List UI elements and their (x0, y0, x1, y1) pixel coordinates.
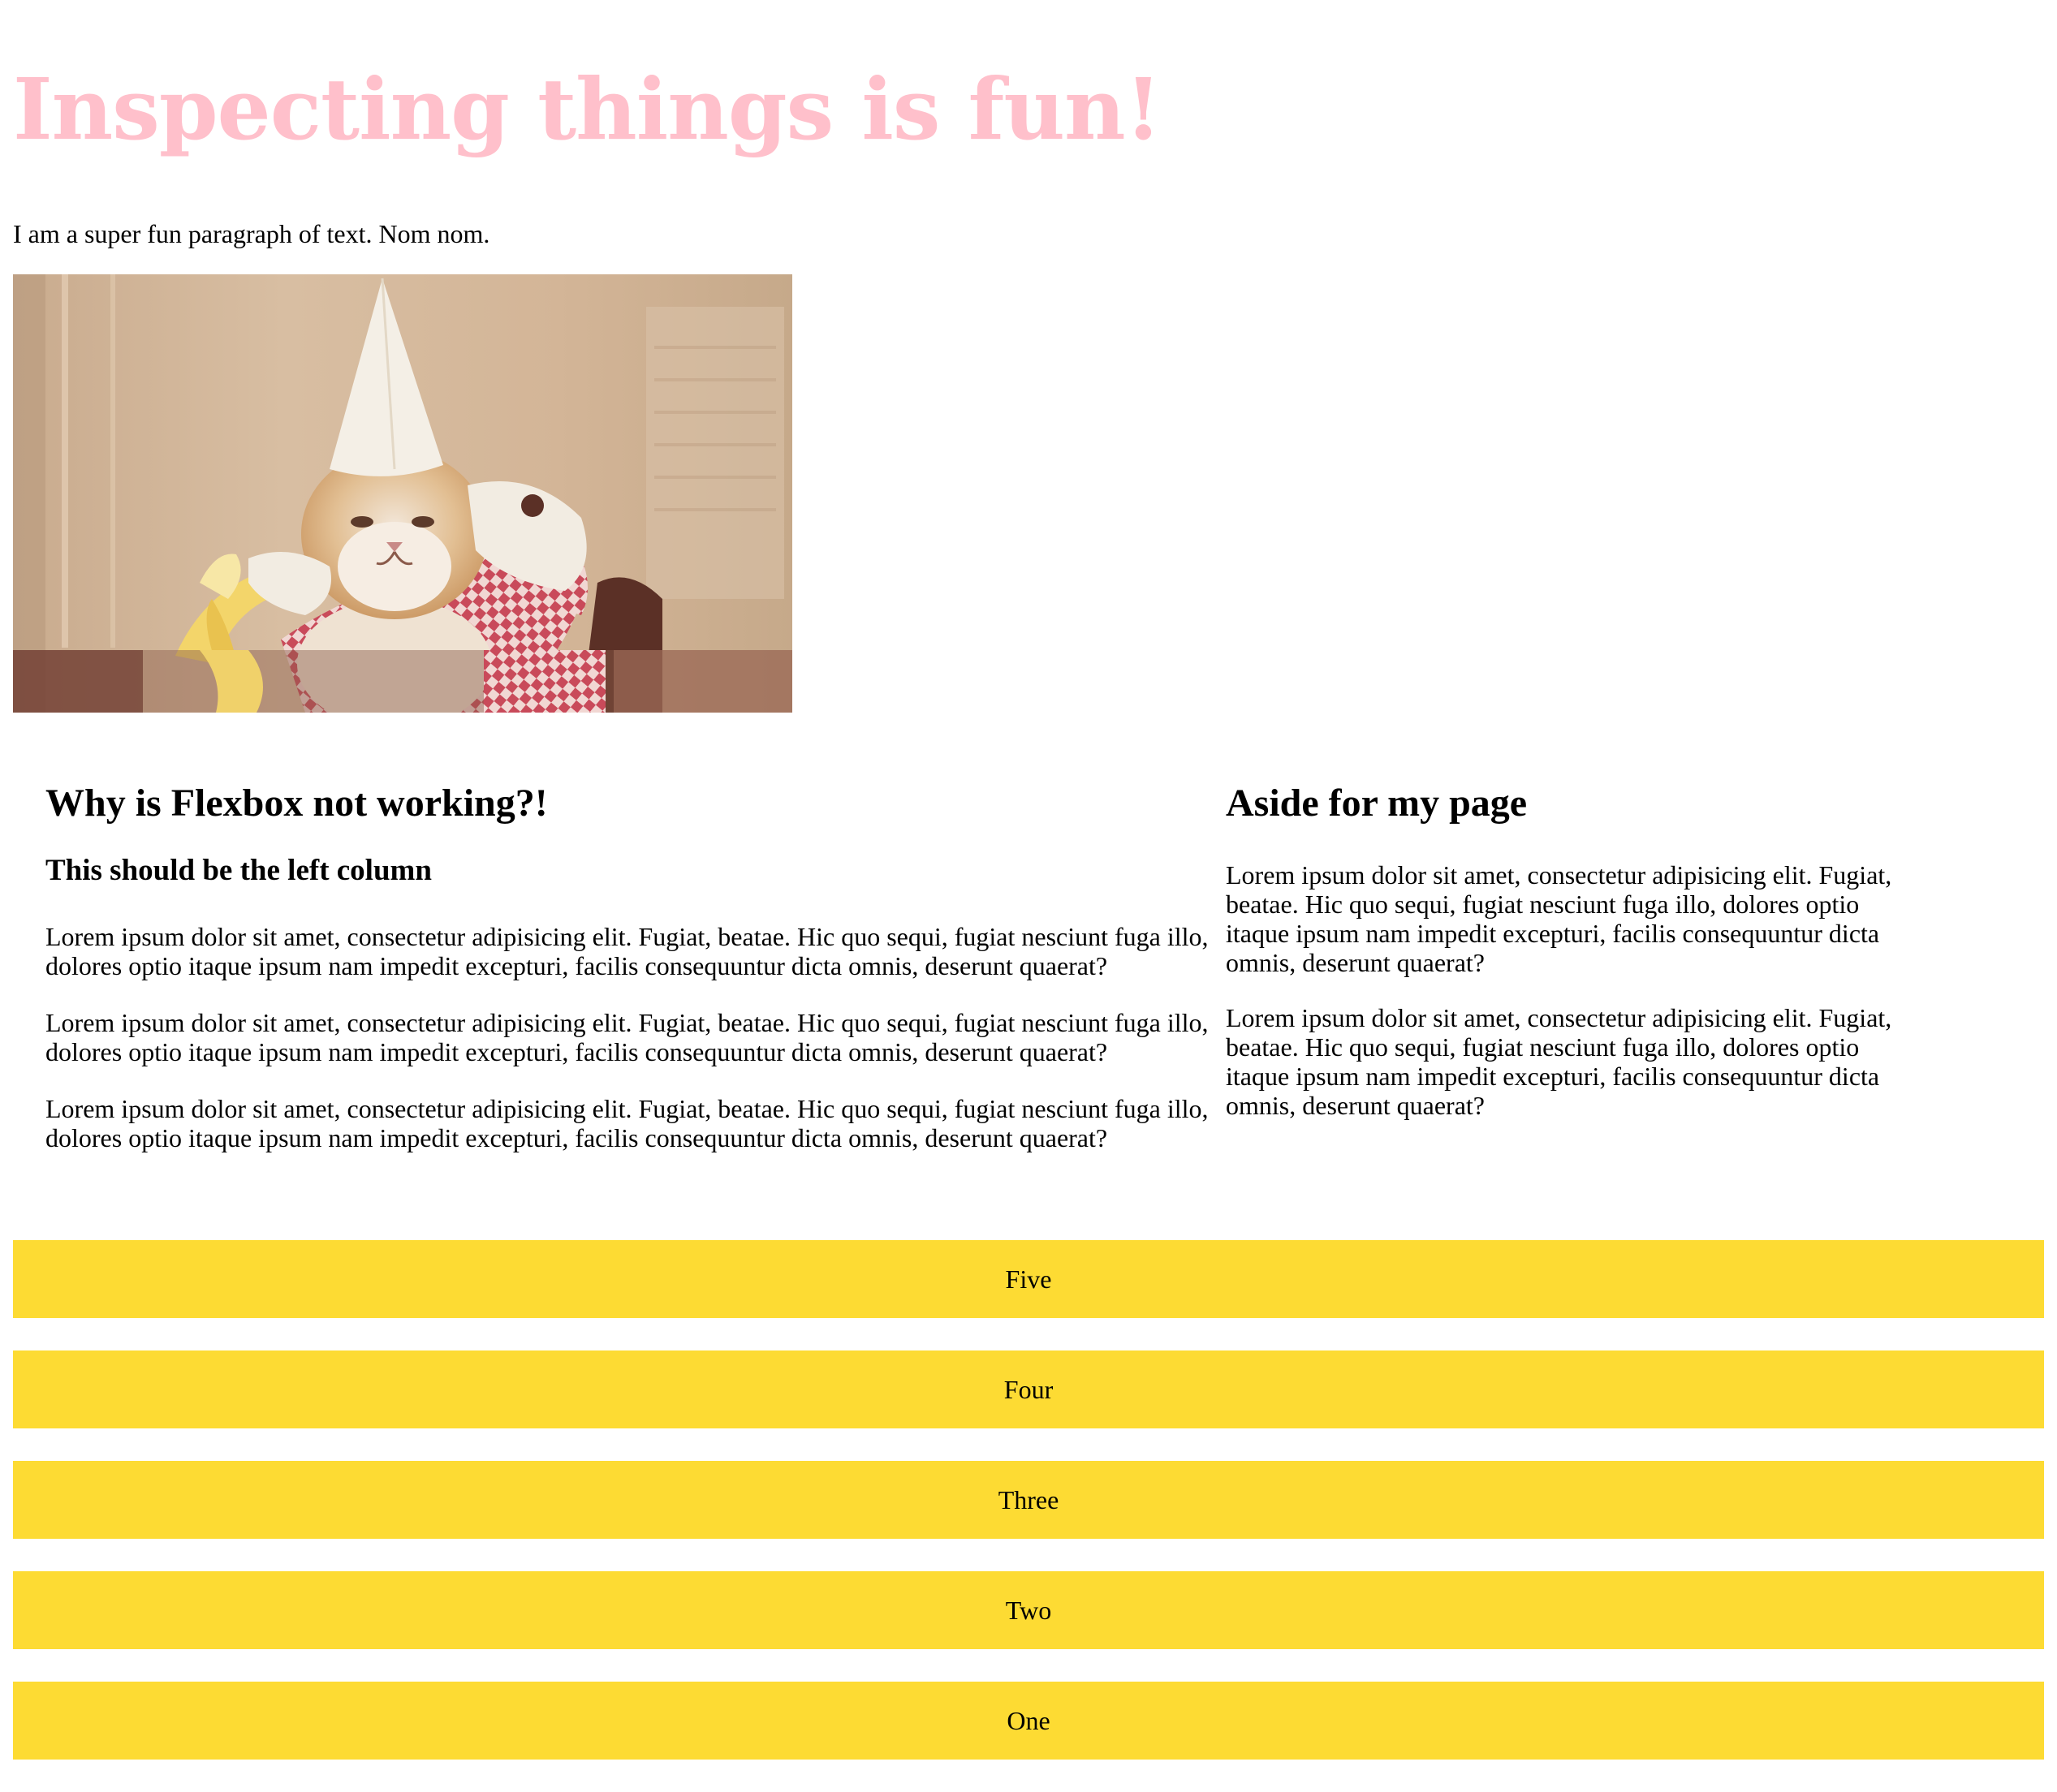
main-paragraph: Lorem ipsum dolor sit amet, consectetur … (45, 922, 1209, 980)
stack-item-four: Four (13, 1350, 2044, 1428)
main-heading: Why is Flexbox not working?! (45, 782, 548, 825)
main-subheading: This should be the left column (45, 854, 432, 887)
stack-item-three: Three (13, 1461, 2044, 1539)
aside-paragraph: Lorem ipsum dolor sit amet, consectetur … (1226, 1003, 1892, 1120)
aside-paragraph: Lorem ipsum dolor sit amet, consectetur … (1226, 860, 1892, 977)
cat-gif-image (13, 274, 792, 713)
stack-item-two: Two (13, 1571, 2044, 1649)
cat-illustration (13, 274, 792, 713)
stack-item-five: Five (13, 1240, 2044, 1318)
main-paragraph: Lorem ipsum dolor sit amet, consectetur … (45, 1094, 1209, 1152)
aside-column: Aside for my page Lorem ipsum dolor sit … (1226, 779, 1924, 1120)
stack-item-one: One (13, 1682, 2044, 1760)
main-paragraph: Lorem ipsum dolor sit amet, consectetur … (45, 1008, 1209, 1066)
intro-paragraph: I am a super fun paragraph of text. Nom … (13, 219, 490, 248)
page-title: Inspecting things is fun! (13, 59, 1162, 159)
main-column: Why is Flexbox not working?! This should… (45, 779, 1223, 1152)
flex-stack: Five Four Three Two One (13, 1240, 2044, 1792)
aside-heading: Aside for my page (1226, 782, 1528, 825)
